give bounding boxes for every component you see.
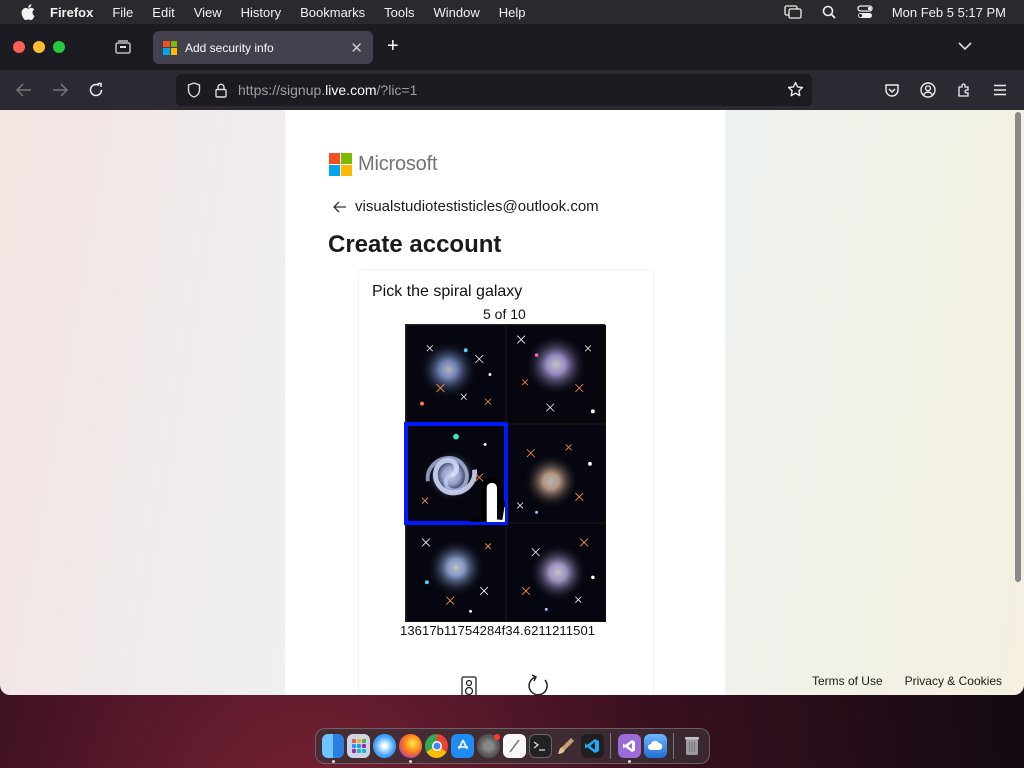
captcha-session-id: 13617b11754284f34.6211211501 (400, 623, 596, 638)
firefox-icon[interactable] (399, 734, 423, 763)
spotlight-search-icon[interactable] (820, 5, 838, 19)
terms-of-use-link[interactable]: Terms of Use (812, 674, 883, 688)
reload-icon[interactable] (87, 81, 105, 99)
textedit-icon[interactable] (502, 734, 526, 758)
captcha-image-2[interactable] (506, 325, 606, 424)
menu-tools[interactable]: Tools (384, 5, 414, 20)
microsoft-logo-icon (329, 153, 352, 176)
hand-cursor-icon (469, 477, 505, 522)
menu-history[interactable]: History (241, 5, 281, 20)
menu-bookmarks[interactable]: Bookmarks (300, 5, 365, 20)
chrome-icon[interactable] (425, 734, 449, 758)
window-controls (13, 41, 65, 53)
page-viewport: Microsoft visualstudiotestisticles@outlo… (0, 110, 1024, 695)
captcha-image-1[interactable] (406, 325, 506, 424)
bookmark-star-icon[interactable] (787, 81, 804, 103)
page-scrollbar[interactable] (1014, 112, 1022, 686)
menu-clock[interactable]: Mon Feb 5 5:17 PM (892, 5, 1006, 20)
captcha-image-grid (404, 324, 606, 622)
system-settings-icon[interactable] (477, 734, 500, 758)
terminal-icon[interactable] (528, 734, 552, 758)
tab-title: Add security info (185, 40, 274, 55)
captcha-prompt: Pick the spiral galaxy (372, 283, 523, 300)
microsoft-wordmark: Microsoft (358, 153, 438, 175)
lock-icon[interactable] (214, 82, 228, 98)
menu-window[interactable]: Window (434, 5, 480, 20)
captcha-progress: 5 of 10 (483, 306, 526, 322)
new-tab-icon[interactable]: + (387, 36, 399, 56)
tab-add-security-info[interactable]: Add security info ✕ (153, 31, 373, 64)
account-icon[interactable] (919, 81, 937, 99)
finder-icon[interactable] (321, 734, 345, 763)
control-center-icon[interactable] (856, 5, 874, 19)
menu-edit[interactable]: Edit (152, 5, 174, 20)
screen-mirroring-icon[interactable] (784, 5, 802, 19)
dock-separator (610, 733, 612, 759)
captcha-image-4[interactable] (506, 424, 606, 523)
signup-card: Microsoft visualstudiotestisticles@outlo… (285, 110, 725, 695)
zoom-window-button[interactable] (53, 41, 65, 53)
menu-bar: Firefox File Edit View History Bookmarks… (0, 0, 1024, 24)
url-bar[interactable]: https://signup.live.com/?lic=1 (176, 74, 812, 106)
extensions-icon[interactable] (955, 81, 973, 99)
minimize-window-button[interactable] (33, 41, 45, 53)
trash-icon[interactable] (680, 734, 703, 758)
menu-file[interactable]: File (112, 5, 133, 20)
identity-banner: visualstudiotestisticles@outlook.com (333, 198, 599, 215)
tracking-protection-shield-icon[interactable] (186, 82, 202, 98)
dock-separator-2 (673, 733, 674, 759)
list-all-tabs-icon[interactable] (958, 38, 972, 56)
close-window-button[interactable] (13, 41, 25, 53)
visual-studio-icon[interactable] (617, 734, 641, 763)
new-challenge-refresh-icon[interactable] (525, 674, 551, 695)
app-menu-hamburger-icon[interactable] (991, 81, 1009, 99)
browser-window: Add security info ✕ + https://signup.liv… (0, 24, 1024, 695)
captcha-image-6[interactable] (506, 523, 606, 622)
account-email: visualstudiotestisticles@outlook.com (355, 198, 599, 215)
tab-bar: Add security info ✕ + (0, 24, 1024, 70)
pocket-icon[interactable] (883, 81, 901, 99)
captcha-image-3-spiral[interactable] (404, 422, 508, 525)
firefox-view-icon[interactable] (113, 37, 133, 57)
apple-icon[interactable] (20, 4, 36, 20)
close-tab-icon[interactable]: ✕ (350, 39, 363, 57)
microsoft-logo: Microsoft (329, 153, 438, 176)
dock (315, 728, 710, 764)
safari-icon[interactable] (373, 734, 397, 758)
menu-help[interactable]: Help (499, 5, 526, 20)
back-icon[interactable] (15, 81, 33, 99)
scrollbar-thumb[interactable] (1015, 112, 1021, 582)
cloud-icon[interactable] (643, 734, 667, 758)
vscode-icon[interactable] (580, 734, 604, 758)
app-store-icon[interactable] (451, 734, 475, 758)
audio-challenge-icon[interactable] (461, 676, 477, 695)
page-title: Create account (328, 231, 502, 258)
privacy-cookies-link[interactable]: Privacy & Cookies (905, 674, 1002, 688)
forward-icon[interactable] (51, 81, 69, 99)
back-arrow-icon[interactable] (333, 201, 347, 213)
captcha-image-5[interactable] (406, 523, 506, 622)
microsoft-favicon-icon (163, 40, 177, 55)
menu-view[interactable]: View (194, 5, 222, 20)
navigation-toolbar: https://signup.live.com/?lic=1 (0, 70, 1024, 110)
url-text[interactable]: https://signup.live.com/?lic=1 (238, 82, 417, 98)
page-footer: Terms of Use Privacy & Cookies (812, 674, 1002, 688)
launchpad-icon[interactable] (347, 734, 371, 758)
brush-icon[interactable] (555, 734, 578, 758)
menu-app-name[interactable]: Firefox (50, 5, 93, 20)
